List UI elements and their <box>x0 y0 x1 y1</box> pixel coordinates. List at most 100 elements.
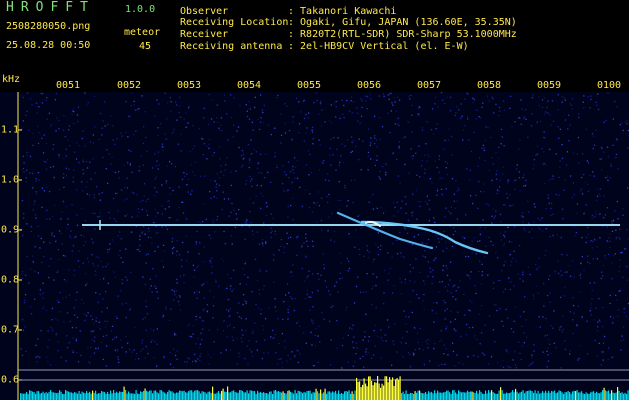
noise-speck <box>385 174 387 176</box>
power-bar-column <box>108 394 110 400</box>
noise-speck <box>118 254 120 256</box>
noise-speck <box>26 169 28 171</box>
noise-speck <box>156 160 158 162</box>
noise-speck <box>276 167 278 169</box>
noise-speck <box>318 139 320 141</box>
noise-speck <box>438 241 440 243</box>
noise-speck <box>384 334 386 336</box>
noise-speck <box>69 145 71 147</box>
meteor-label: meteor <box>124 27 161 38</box>
noise-speck <box>202 328 204 330</box>
noise-speck <box>598 298 600 300</box>
noise-speck <box>602 325 604 328</box>
noise-speck <box>379 170 381 173</box>
noise-speck <box>203 261 205 263</box>
noise-speck <box>260 313 262 315</box>
noise-speck <box>454 318 456 320</box>
noise-speck <box>315 327 317 330</box>
noise-speck <box>203 308 205 310</box>
power-bar-column <box>480 392 482 400</box>
noise-speck <box>488 204 490 206</box>
noise-speck <box>75 338 77 340</box>
noise-speck <box>598 319 601 321</box>
noise-speck <box>216 117 218 119</box>
noise-speck <box>432 269 434 271</box>
noise-speck <box>67 139 69 141</box>
noise-speck <box>487 274 489 276</box>
noise-speck <box>464 314 466 316</box>
power-bar-column <box>71 392 73 400</box>
noise-speck <box>252 202 255 204</box>
noise-speck <box>166 228 169 230</box>
noise-speck <box>523 174 525 176</box>
power-bar-column <box>24 393 26 400</box>
noise-speck <box>376 276 378 278</box>
noise-speck <box>156 328 158 330</box>
noise-speck <box>143 226 145 228</box>
noise-speck <box>388 326 390 328</box>
noise-speck <box>263 104 265 107</box>
power-bar-column <box>536 393 538 400</box>
noise-speck <box>79 265 81 268</box>
noise-speck <box>30 268 32 270</box>
power-bar-column <box>98 393 100 400</box>
power-bar-column <box>96 394 98 400</box>
power-bar-column <box>173 392 175 400</box>
noise-speck <box>87 360 89 362</box>
noise-speck <box>618 270 620 273</box>
noise-speck <box>404 196 406 198</box>
noise-speck <box>196 297 198 299</box>
noise-speck <box>576 203 579 205</box>
noise-speck <box>463 293 465 295</box>
noise-speck <box>118 231 121 233</box>
noise-speck <box>491 157 493 159</box>
noise-speck <box>592 171 594 173</box>
noise-speck <box>43 241 45 243</box>
noise-speck <box>108 211 110 214</box>
noise-speck <box>435 246 438 248</box>
power-bar-column <box>36 391 38 400</box>
noise-speck <box>84 92 86 94</box>
noise-speck <box>189 150 191 152</box>
noise-speck <box>561 157 564 160</box>
noise-speck <box>303 332 305 334</box>
power-bar-column <box>419 390 421 400</box>
noise-speck <box>110 330 113 332</box>
power-bar-column <box>342 393 344 400</box>
noise-speck <box>515 168 518 170</box>
noise-speck <box>363 255 365 257</box>
noise-speck <box>99 199 101 201</box>
noise-speck <box>493 304 496 306</box>
noise-speck <box>403 256 405 258</box>
noise-speck <box>351 328 353 330</box>
power-bar-column <box>548 390 550 400</box>
noise-speck <box>512 359 514 361</box>
noise-speck <box>519 315 521 318</box>
noise-speck <box>150 341 152 343</box>
noise-speck <box>286 232 288 234</box>
power-bar-column <box>408 393 410 400</box>
noise-speck <box>219 177 221 179</box>
power-bar-column <box>110 390 112 400</box>
power-bar-column <box>555 393 557 400</box>
noise-speck <box>355 229 357 231</box>
noise-speck <box>312 273 314 275</box>
noise-speck <box>178 206 180 209</box>
time-tick-label: 0051 <box>55 80 81 91</box>
noise-speck <box>82 169 84 171</box>
noise-speck <box>222 191 224 193</box>
noise-speck <box>578 116 580 119</box>
power-bar-column <box>537 390 539 400</box>
noise-speck <box>336 148 338 150</box>
noise-speck <box>77 361 80 363</box>
noise-speck <box>603 151 605 153</box>
noise-speck <box>409 271 411 273</box>
noise-speck <box>87 261 90 263</box>
noise-speck <box>484 324 486 326</box>
noise-speck <box>623 311 625 314</box>
noise-speck <box>208 124 210 126</box>
power-bar-column <box>617 387 619 400</box>
noise-speck <box>560 236 562 239</box>
noise-speck <box>549 343 551 345</box>
noise-speck <box>262 325 264 327</box>
